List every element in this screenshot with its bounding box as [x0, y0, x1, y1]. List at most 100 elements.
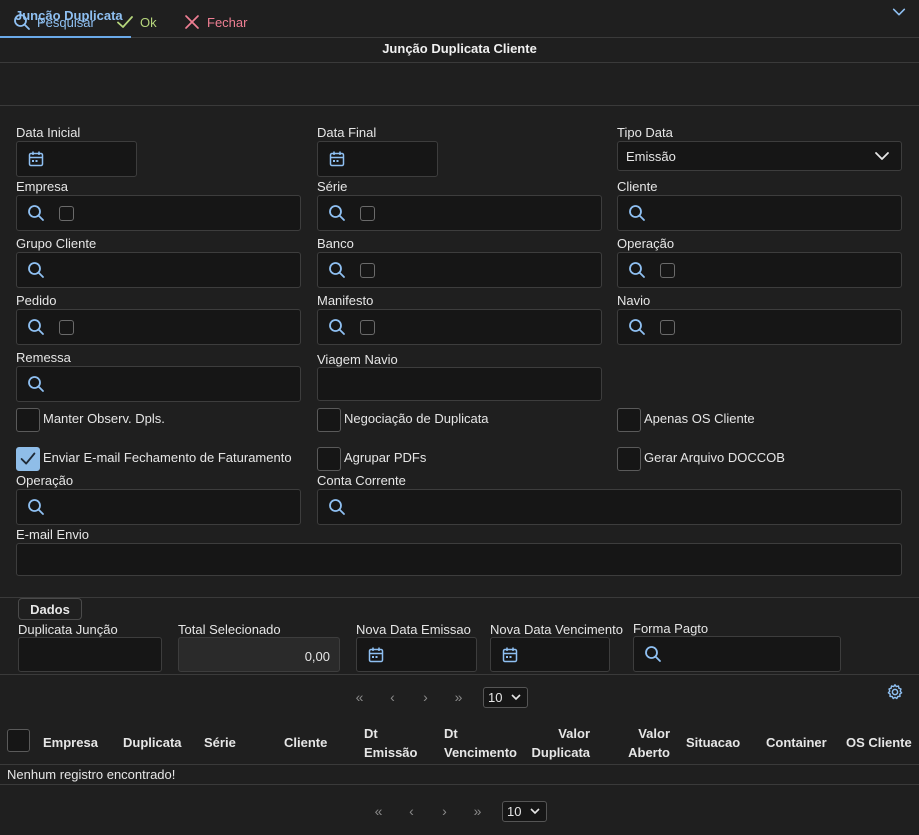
grupo-cliente-input[interactable]	[16, 252, 301, 288]
search-icon[interactable]	[328, 261, 346, 279]
serie-input[interactable]	[317, 195, 602, 231]
search-icon[interactable]	[328, 318, 346, 336]
manifesto-input[interactable]	[317, 309, 602, 345]
close-button[interactable]: Fechar	[183, 12, 247, 32]
search-icon[interactable]	[644, 645, 662, 663]
page-size-select[interactable]: 10	[483, 686, 528, 708]
viagem-navio-input[interactable]	[317, 367, 602, 401]
col-dt-emissao-line2: Emissão	[364, 745, 418, 760]
serie-checkbox[interactable]	[360, 206, 375, 221]
calendar-icon[interactable]	[367, 646, 385, 664]
pager-last-button[interactable]: »	[442, 689, 475, 705]
nova-data-vencimento-input[interactable]	[490, 637, 610, 672]
col-valor-duplicata[interactable]: Valor Duplicata	[520, 724, 590, 762]
search-icon[interactable]	[328, 498, 346, 516]
empresa-input[interactable]	[16, 195, 301, 231]
search-icon[interactable]	[628, 318, 646, 336]
cliente-input[interactable]	[617, 195, 902, 231]
pager-top: « ‹ › » 10	[343, 686, 528, 708]
enviar-email-checkbox[interactable]	[16, 447, 40, 471]
total-selecionado-input: 0,00	[178, 637, 340, 672]
ok-button[interactable]: Ok	[116, 12, 157, 32]
page-size-select[interactable]: 10	[502, 800, 547, 822]
gear-icon[interactable]	[886, 683, 904, 701]
duplicata-juncao-input[interactable]	[18, 637, 162, 672]
col-os-cliente[interactable]: OS Cliente	[846, 733, 912, 752]
search-icon[interactable]	[27, 261, 45, 279]
agrupar-pdfs-label: Agrupar PDFs	[344, 450, 427, 465]
data-final-input[interactable]	[317, 141, 438, 177]
manter-obs-checkbox[interactable]	[16, 408, 40, 432]
col-cliente[interactable]: Cliente	[284, 733, 327, 752]
operacao-checkbox[interactable]	[660, 263, 675, 278]
pager-next-button[interactable]: ›	[409, 689, 442, 705]
pager-first-button[interactable]: «	[362, 803, 395, 819]
col-dt-vencimento-line2: Vencimento	[444, 745, 517, 760]
agrupar-pdfs-checkbox[interactable]	[317, 447, 341, 471]
email-envio-input[interactable]	[16, 543, 902, 576]
pager-prev-button[interactable]: ‹	[376, 689, 409, 705]
forma-pagto-input[interactable]	[633, 636, 841, 672]
search-icon[interactable]	[27, 375, 45, 393]
page-size-value: 10	[488, 689, 503, 705]
navio-label: Navio	[617, 293, 651, 308]
search-icon[interactable]	[628, 261, 646, 279]
navio-input[interactable]	[617, 309, 902, 345]
search-icon[interactable]	[27, 498, 45, 516]
data-inicial-input[interactable]	[16, 141, 137, 177]
search-icon[interactable]	[27, 204, 45, 222]
pager-prev-button[interactable]: ‹	[395, 803, 428, 819]
navio-checkbox[interactable]	[660, 320, 675, 335]
pedido-checkbox[interactable]	[59, 320, 74, 335]
manifesto-checkbox[interactable]	[360, 320, 375, 335]
page-title: Junção Duplicata Cliente	[382, 41, 537, 56]
apenas-os-checkbox[interactable]	[617, 408, 641, 432]
col-empresa[interactable]: Empresa	[43, 733, 98, 752]
col-valor-aberto[interactable]: Valor Aberto	[610, 724, 670, 762]
check-icon	[117, 16, 133, 28]
total-selecionado-value: 0,00	[304, 649, 330, 664]
pager-first-button[interactable]: «	[343, 689, 376, 705]
search-icon[interactable]	[328, 204, 346, 222]
col-container[interactable]: Container	[766, 733, 827, 752]
email-operacao-input[interactable]	[16, 489, 301, 525]
search-icon[interactable]	[628, 204, 646, 222]
data-inicial-label: Data Inicial	[16, 125, 81, 140]
negociacao-checkbox[interactable]	[317, 408, 341, 432]
col-dt-emissao-line1: Dt	[364, 726, 378, 741]
calendar-icon[interactable]	[27, 150, 45, 168]
close-button-label: Fechar	[207, 14, 248, 30]
col-valor-aberto-line2: Aberto	[628, 745, 670, 760]
search-button[interactable]: Pesquisar	[13, 12, 95, 32]
col-duplicata[interactable]: Duplicata	[123, 733, 182, 752]
nova-data-emissao-input[interactable]	[356, 637, 477, 672]
select-all-checkbox[interactable]	[7, 729, 30, 752]
empty-table-message: Nenhum registro encontrado!	[0, 765, 919, 785]
banco-checkbox[interactable]	[360, 263, 375, 278]
empresa-checkbox[interactable]	[59, 206, 74, 221]
operacao-input[interactable]	[617, 252, 902, 288]
chevron-down-icon[interactable]	[891, 4, 907, 20]
tipo-data-label: Tipo Data	[617, 125, 673, 140]
banco-input[interactable]	[317, 252, 602, 288]
col-dt-vencimento[interactable]: Dt Vencimento	[444, 724, 517, 762]
col-valor-duplicata-line2: Duplicata	[531, 745, 590, 760]
viagem-navio-label: Viagem Navio	[317, 352, 398, 367]
calendar-icon[interactable]	[328, 150, 346, 168]
col-dt-emissao[interactable]: Dt Emissão	[364, 724, 417, 762]
pager-next-button[interactable]: ›	[428, 803, 461, 819]
calendar-icon[interactable]	[501, 646, 519, 664]
col-serie[interactable]: Série	[204, 733, 236, 752]
toolbar	[0, 62, 919, 106]
grupo-cliente-label: Grupo Cliente	[16, 236, 97, 251]
tipo-data-select[interactable]: Emissão	[617, 141, 902, 171]
pager-last-button[interactable]: »	[461, 803, 494, 819]
forma-pagto-label: Forma Pagto	[633, 621, 709, 636]
col-situacao[interactable]: Situacao	[686, 733, 740, 752]
search-icon[interactable]	[27, 318, 45, 336]
conta-corrente-input[interactable]	[317, 489, 902, 525]
gerar-doccob-checkbox[interactable]	[617, 447, 641, 471]
close-icon	[185, 15, 199, 29]
pedido-input[interactable]	[16, 309, 301, 345]
remessa-input[interactable]	[16, 366, 301, 402]
